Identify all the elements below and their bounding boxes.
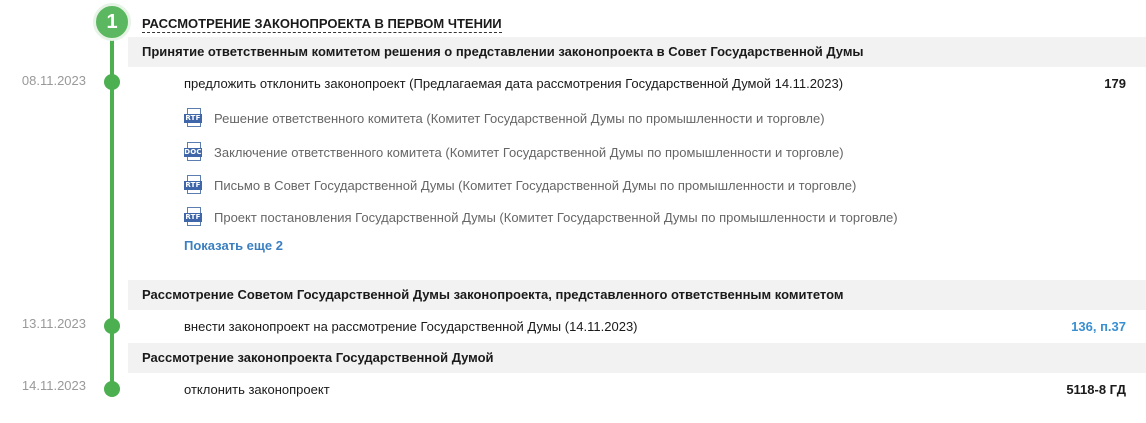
show-more-link[interactable]: Показать еще 2 xyxy=(184,238,283,253)
rtf-file-icon: RTF xyxy=(184,207,202,227)
rtf-file-icon: RTF xyxy=(184,175,202,195)
document-label[interactable]: Заключение ответственного комитета (Коми… xyxy=(214,145,844,160)
stage-title-link[interactable]: РАССМОТРЕНИЕ ЗАКОНОПРОЕКТА В ПЕРВОМ ЧТЕН… xyxy=(142,16,502,33)
decision-text: внести законопроект на рассмотрение Госу… xyxy=(184,319,638,334)
timeline-dot xyxy=(104,74,120,90)
decision-number: 179 xyxy=(1104,76,1126,91)
document-link[interactable]: RTF Решение ответственного комитета (Ком… xyxy=(184,107,825,129)
event-date: 08.11.2023 xyxy=(21,73,86,88)
document-link[interactable]: DOC Заключение ответственного комитета (… xyxy=(184,141,844,163)
document-link[interactable]: RTF Письмо в Совет Государственной Думы … xyxy=(184,174,856,196)
event-header: Рассмотрение Советом Государственной Дум… xyxy=(128,280,1146,310)
meeting-number-link[interactable]: 136, п.37 xyxy=(1071,319,1126,334)
event-header: Принятие ответственным комитетом решения… xyxy=(128,37,1146,67)
decision-text: отклонить законопроект xyxy=(184,382,330,397)
document-label[interactable]: Проект постановления Государственной Дум… xyxy=(214,210,898,225)
decision-row: отклонить законопроект 5118-8 ГД xyxy=(128,374,1146,406)
doc-file-icon: DOC xyxy=(184,142,202,162)
timeline-dot xyxy=(104,318,120,334)
timeline-dot xyxy=(104,381,120,397)
decision-row: внести законопроект на рассмотрение Госу… xyxy=(128,311,1146,343)
event-date: 14.11.2023 xyxy=(21,378,86,393)
document-label[interactable]: Решение ответственного комитета (Комитет… xyxy=(214,111,825,126)
decision-row: предложить отклонить законопроект (Предл… xyxy=(128,68,1146,100)
rtf-file-icon: RTF xyxy=(184,108,202,128)
decision-text: предложить отклонить законопроект (Предл… xyxy=(184,76,844,91)
document-label[interactable]: Письмо в Совет Государственной Думы (Ком… xyxy=(214,178,856,193)
document-link[interactable]: RTF Проект постановления Государственной… xyxy=(184,206,898,228)
event-date: 13.11.2023 xyxy=(21,316,86,331)
event-header: Рассмотрение законопроекта Государственн… xyxy=(128,343,1146,373)
decision-number: 5118-8 ГД xyxy=(1066,382,1126,397)
stage-number-badge: 1 xyxy=(93,3,131,41)
